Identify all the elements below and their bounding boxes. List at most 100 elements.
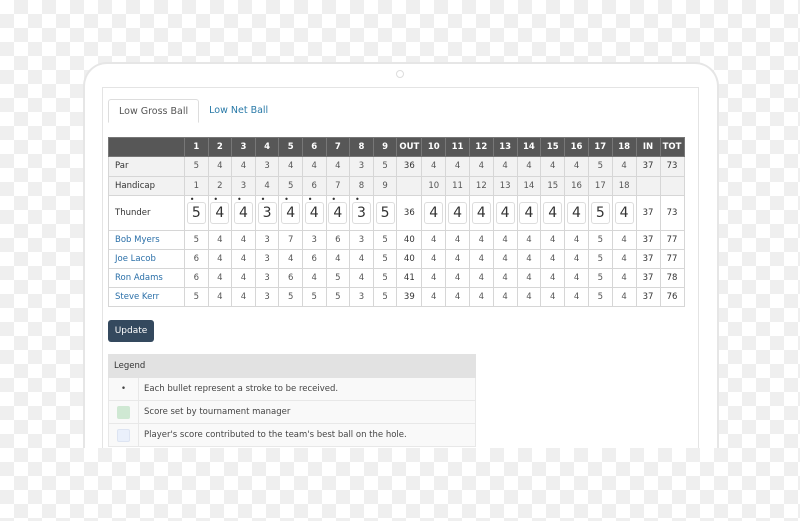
player-link[interactable]: Bob Myers [108, 230, 185, 250]
hole-score-cell: 4 [301, 156, 327, 177]
hole-score-cell: 8 [349, 175, 374, 196]
score-input[interactable]: 3 • [257, 196, 277, 224]
hole-score-cell: 4 [325, 156, 351, 177]
stroke-bullet-icon: • [284, 195, 289, 204]
score-input[interactable]: 4 [519, 202, 539, 224]
out-total [396, 175, 423, 196]
hole-score-cell: 4 [468, 287, 494, 307]
player-link[interactable]: Steve Kerr [108, 287, 185, 307]
hole-score-cell: 5 [372, 249, 398, 269]
score-input[interactable]: 4 • [233, 196, 253, 224]
hole-score-cell: 5 [301, 287, 327, 307]
hole-score-cell: 4 [516, 156, 542, 177]
hole-score-cell: 4 [231, 249, 256, 269]
in-total: 37 [635, 195, 661, 231]
hole-score-cell: 5 [587, 249, 613, 269]
hole-score-cell: 4 [445, 249, 470, 269]
score-input[interactable]: 3 • [351, 196, 371, 224]
hole-score-cell: 4 [445, 156, 470, 177]
update-button[interactable]: Update [108, 320, 154, 342]
hole-score-cell: 3 [349, 287, 374, 307]
column-header: 2 [207, 137, 233, 157]
hole-score-cell: 4 [468, 230, 494, 250]
hole-score-cell: 13 [492, 175, 518, 196]
hole-score-cell: 4 [445, 287, 470, 307]
stroke-bullet-icon: • [213, 195, 219, 204]
score-input[interactable]: 4 • [304, 196, 324, 224]
stroke-bullet-icon: • [260, 195, 266, 204]
out-total: 36 [396, 195, 423, 231]
player-row: Ron Adams 6 4 4 3 6 4 5 4 5 41 4 4 4 4 4 4 4 5 4 37 78 [108, 268, 685, 288]
scorecard-table: 1 2 3 4 5 6 7 8 9 OUT 10 11 12 13 14 15 16 17 18 IN TOT Par 5 4… [108, 137, 685, 307]
hole-score-cell: 4 [445, 230, 470, 250]
player-row: Joe Lacob 6 4 4 3 4 6 4 4 5 40 4 4 4 4 4 4 4 5 4 37 77 [108, 249, 685, 269]
hole-score-cell: 5 [184, 230, 209, 250]
hole-score-cell: 4 [349, 268, 374, 288]
hole-score-cell: 9 [372, 175, 398, 196]
hole-score-cell: 4 [564, 287, 589, 307]
hole-score-cell: 5 [587, 156, 613, 177]
column-header: 15 [540, 137, 566, 157]
score-input[interactable]: 4 • [281, 196, 301, 224]
tab-low-net-ball[interactable]: Low Net Ball [199, 99, 278, 123]
score-input[interactable]: 4 • [210, 196, 230, 224]
hole-score-cell: 1 [184, 175, 209, 196]
hole-score-cell: 4 [231, 156, 256, 177]
score-input[interactable]: 5 [375, 202, 395, 224]
score-input[interactable]: 4 [495, 202, 515, 224]
score-input[interactable]: 4 [543, 202, 563, 224]
hole-score-cell: 4 • [231, 195, 256, 231]
bullet-icon: • [109, 378, 139, 400]
hole-score-cell: 10 [421, 175, 447, 196]
legend-text: Score set by tournament manager [144, 407, 291, 417]
hole-score-cell: 4 [468, 249, 494, 269]
column-header: IN [635, 137, 661, 157]
hole-score-cell: 12 [468, 175, 494, 196]
score-input[interactable]: 4 • [328, 196, 348, 224]
hole-score-cell: 4 [611, 287, 637, 307]
in-total: 37 [635, 268, 661, 288]
out-total: 39 [396, 287, 423, 307]
score-input[interactable]: 4 [471, 202, 491, 224]
score-input[interactable]: 4 [567, 202, 587, 224]
score-input[interactable]: 4 [448, 202, 468, 224]
hole-score-cell: 4 [516, 195, 542, 231]
score-input[interactable]: 4 [424, 202, 444, 224]
legend-text: Player's score contributed to the team's… [144, 430, 407, 440]
hole-score-cell: 5 [587, 287, 613, 307]
row-label: Par [108, 156, 185, 177]
hole-score-cell: 4 [445, 195, 470, 231]
hole-score-cell: 6 [301, 249, 327, 269]
column-header: 6 [301, 137, 327, 157]
hole-score-cell: 3 • [349, 195, 374, 231]
column-header: OUT [396, 137, 423, 157]
score-input[interactable]: 5 [590, 202, 610, 224]
total: 73 [659, 195, 685, 231]
stroke-bullet-icon: • [189, 195, 195, 204]
hole-score-cell: 3 [254, 156, 280, 177]
hole-score-cell: 5 • [184, 195, 209, 231]
hole-score-cell: 4 [445, 268, 470, 288]
player-link[interactable]: Joe Lacob [108, 249, 185, 269]
hole-score-cell: 4 [207, 268, 233, 288]
hole-score-cell: 4 [492, 195, 518, 231]
hole-score-cell: 4 [278, 249, 303, 269]
hole-score-cell: 4 [540, 156, 566, 177]
green-swatch-icon [117, 405, 130, 419]
hole-score-cell: 14 [516, 175, 542, 196]
hole-score-cell: 4 [231, 230, 256, 250]
hole-score-cell: 4 [564, 249, 589, 269]
score-input[interactable]: 4 [614, 202, 634, 224]
column-header: 5 [278, 137, 303, 157]
tab-low-gross-ball[interactable]: Low Gross Ball [108, 99, 200, 123]
column-header: 9 [372, 137, 398, 157]
player-link[interactable]: Ron Adams [108, 268, 185, 288]
hole-score-cell: 4 [207, 249, 233, 269]
hole-score-cell: 4 [611, 268, 637, 288]
header-row: 1 2 3 4 5 6 7 8 9 OUT 10 11 12 13 14 15 16 17 18 IN TOT [108, 137, 685, 157]
hole-score-cell: 4 [611, 249, 637, 269]
score-input[interactable]: 5 • [186, 196, 206, 224]
column-header: 4 [254, 137, 280, 157]
legend-item: Player's score contributed to the team's… [108, 424, 476, 447]
hole-score-cell: 3 [254, 287, 280, 307]
